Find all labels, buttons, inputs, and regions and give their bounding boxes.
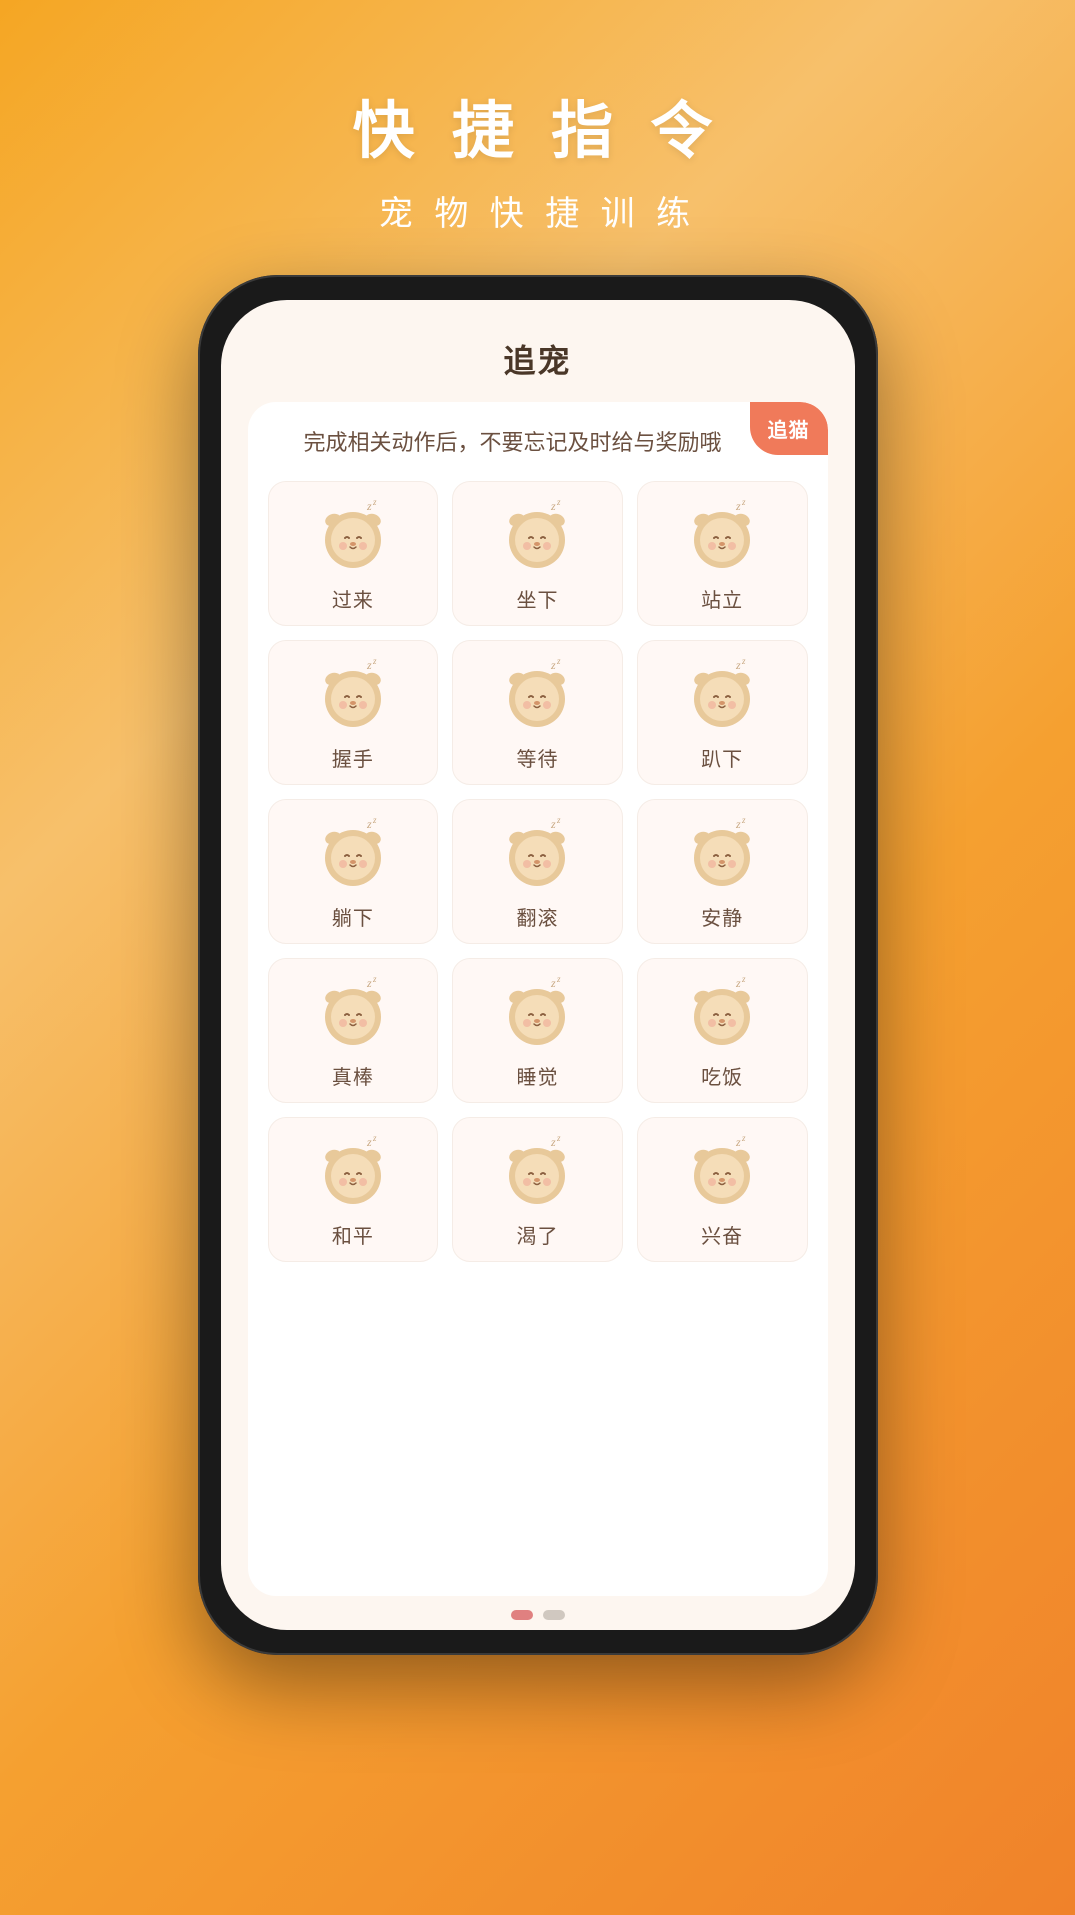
svg-text:z: z (741, 656, 746, 666)
command-item[interactable]: z z 翻滚 (452, 799, 623, 944)
command-item[interactable]: z z 吃饭 (637, 958, 808, 1103)
pet-icon: z z (497, 814, 577, 894)
pagination-dot-active (511, 1610, 533, 1620)
main-subtitle: 宠 物 快 捷 训 练 (353, 186, 723, 235)
svg-text:z: z (366, 658, 372, 672)
command-item[interactable]: z z 睡觉 (452, 958, 623, 1103)
tag-badge[interactable]: 追猫 (750, 402, 828, 455)
command-item[interactable]: z z 等待 (452, 640, 623, 785)
svg-text:z: z (556, 815, 561, 825)
pet-icon: z z (682, 973, 762, 1053)
svg-text:z: z (366, 817, 372, 831)
svg-text:z: z (372, 974, 377, 984)
command-label: 过来 (332, 584, 374, 613)
command-label: 真棒 (332, 1061, 374, 1090)
svg-text:z: z (735, 499, 741, 513)
pet-icon: z z (682, 655, 762, 735)
svg-text:z: z (366, 976, 372, 990)
pet-icon: z z (497, 655, 577, 735)
svg-text:z: z (741, 974, 746, 984)
pet-icon: z z (497, 973, 577, 1053)
main-title: 快 捷 指 令 (353, 80, 723, 170)
command-item[interactable]: z z 真棒 (268, 958, 439, 1103)
command-item[interactable]: z z 安静 (637, 799, 808, 944)
svg-text:z: z (366, 499, 372, 513)
svg-text:z: z (735, 976, 741, 990)
command-label: 翻滚 (516, 902, 558, 931)
banner-text: 完成相关动作后，不要忘记及时给与奖励哦 (268, 422, 808, 463)
command-item[interactable]: z z 和平 (268, 1117, 439, 1262)
pet-icon: z z (313, 973, 393, 1053)
command-label: 渴了 (516, 1220, 558, 1249)
svg-text:z: z (556, 1133, 561, 1143)
pet-icon: z z (497, 496, 577, 576)
header: 快 捷 指 令 宠 物 快 捷 训 练 (353, 0, 723, 235)
svg-text:z: z (550, 658, 556, 672)
command-label: 站立 (701, 584, 743, 613)
svg-text:z: z (372, 1133, 377, 1143)
command-label: 等待 (516, 743, 558, 772)
svg-text:z: z (556, 974, 561, 984)
command-label: 睡觉 (516, 1061, 558, 1090)
svg-text:z: z (372, 656, 377, 666)
command-label: 吃饭 (701, 1061, 743, 1090)
pet-icon: z z (682, 814, 762, 894)
pet-icon: z z (313, 496, 393, 576)
command-label: 安静 (701, 902, 743, 931)
command-item[interactable]: z z 兴奋 (637, 1117, 808, 1262)
pet-icon: z z (313, 814, 393, 894)
pet-icon: z z (682, 496, 762, 576)
svg-text:z: z (550, 1135, 556, 1149)
svg-text:z: z (735, 1135, 741, 1149)
pet-icon: z z (682, 1132, 762, 1212)
pet-icon: z z (313, 655, 393, 735)
svg-text:z: z (741, 497, 746, 507)
command-item[interactable]: z z 坐下 (452, 481, 623, 626)
command-item[interactable]: z z 渴了 (452, 1117, 623, 1262)
command-label: 兴奋 (701, 1220, 743, 1249)
svg-text:z: z (735, 817, 741, 831)
command-label: 躺下 (332, 902, 374, 931)
command-item[interactable]: z z 过来 (268, 481, 439, 626)
phone-frame: 追宠 追猫 完成相关动作后，不要忘记及时给与奖励哦 z z (198, 275, 878, 1655)
svg-text:z: z (556, 656, 561, 666)
svg-text:z: z (556, 497, 561, 507)
svg-text:z: z (550, 976, 556, 990)
screen-title: 追宠 (503, 336, 571, 382)
pagination-dot-inactive (543, 1610, 565, 1620)
command-item[interactable]: z z 握手 (268, 640, 439, 785)
svg-text:z: z (735, 658, 741, 672)
svg-text:z: z (741, 815, 746, 825)
svg-text:z: z (550, 499, 556, 513)
command-label: 坐下 (516, 584, 558, 613)
pagination (511, 1610, 565, 1620)
content-area: 追猫 完成相关动作后，不要忘记及时给与奖励哦 z z 过来 (248, 402, 828, 1596)
command-label: 趴下 (701, 743, 743, 772)
svg-text:z: z (366, 1135, 372, 1149)
svg-text:z: z (372, 815, 377, 825)
svg-text:z: z (550, 817, 556, 831)
pet-icon: z z (313, 1132, 393, 1212)
phone-screen: 追宠 追猫 完成相关动作后，不要忘记及时给与奖励哦 z z (221, 300, 855, 1630)
pet-icon: z z (497, 1132, 577, 1212)
command-item[interactable]: z z 站立 (637, 481, 808, 626)
command-item[interactable]: z z 躺下 (268, 799, 439, 944)
command-label: 和平 (332, 1220, 374, 1249)
command-item[interactable]: z z 趴下 (637, 640, 808, 785)
svg-text:z: z (741, 1133, 746, 1143)
commands-grid: z z 过来 z z (268, 481, 808, 1262)
command-label: 握手 (332, 743, 374, 772)
svg-text:z: z (372, 497, 377, 507)
